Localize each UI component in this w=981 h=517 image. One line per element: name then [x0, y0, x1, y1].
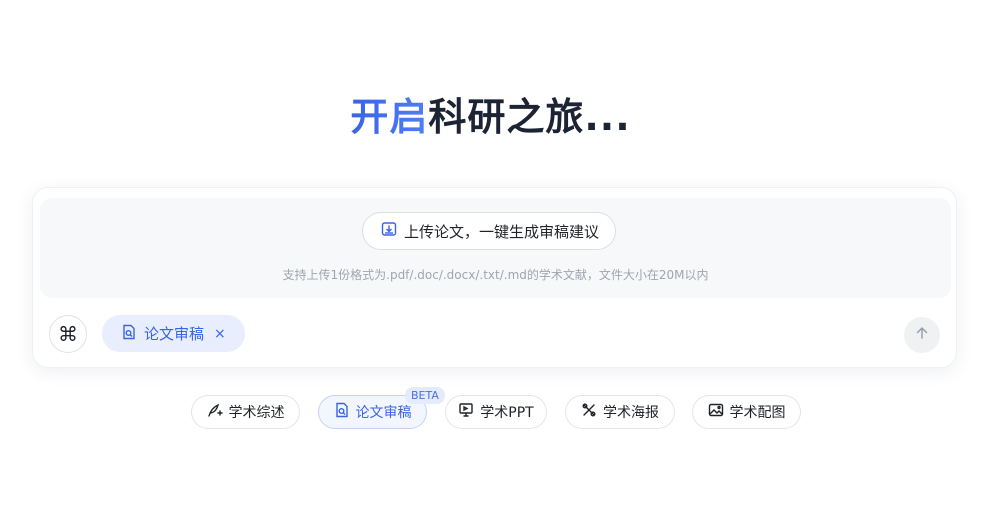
- tool-academic-poster-label: 学术海报: [603, 405, 659, 421]
- mode-chip: 论文审稿 ×: [102, 315, 245, 352]
- upload-paper-button[interactable]: 上传论文，一键生成审稿建议: [362, 212, 617, 250]
- tool-academic-figure-label: 学术配图: [729, 405, 786, 421]
- close-icon[interactable]: ×: [214, 326, 226, 342]
- tool-academic-figure[interactable]: 学术配图: [692, 395, 801, 429]
- tool-paper-review[interactable]: 论文审稿 BETA: [318, 387, 445, 429]
- upload-icon: [381, 221, 397, 241]
- tool-academic-ppt-label: 学术PPT: [480, 405, 534, 421]
- send-button[interactable]: [904, 317, 940, 353]
- beta-badge: BETA: [405, 387, 445, 404]
- command-button[interactable]: ⌘: [49, 315, 87, 353]
- page-title: 开启科研之旅...: [0, 86, 981, 141]
- doc-search-icon: [334, 402, 350, 422]
- image-icon: [708, 402, 724, 422]
- tool-academic-review[interactable]: 学术综述: [191, 395, 300, 429]
- tool-academic-poster[interactable]: 学术海报: [565, 395, 675, 429]
- upload-paper-label: 上传论文，一键生成审稿建议: [404, 222, 600, 241]
- tool-paper-review-label: 论文审稿: [355, 405, 412, 421]
- poster-icon: [581, 402, 597, 422]
- pen-icon: [207, 402, 223, 422]
- mode-chip-label: 论文审稿: [144, 325, 205, 343]
- tool-academic-review-label: 学术综述: [228, 405, 285, 421]
- tool-academic-ppt[interactable]: 学术PPT: [445, 395, 547, 429]
- title-rest: 科研之旅...: [428, 95, 631, 139]
- arrow-up-icon: [914, 325, 930, 345]
- tool-bar: 学术综述 论文审稿 BETA 学术PPT 学术海报 学术配图: [0, 387, 981, 429]
- doc-search-icon: [121, 324, 137, 344]
- command-icon: ⌘: [58, 322, 78, 346]
- presentation-icon: [458, 402, 474, 422]
- upload-hint: 支持上传1份格式为.pdf/.doc/.docx/.txt/.md的学术文献，文…: [282, 268, 709, 282]
- composer-card: 上传论文，一键生成审稿建议 支持上传1份格式为.pdf/.doc/.docx/.…: [32, 187, 957, 368]
- title-highlight: 开启: [350, 95, 429, 139]
- upload-dropzone[interactable]: 上传论文，一键生成审稿建议 支持上传1份格式为.pdf/.doc/.docx/.…: [40, 198, 951, 298]
